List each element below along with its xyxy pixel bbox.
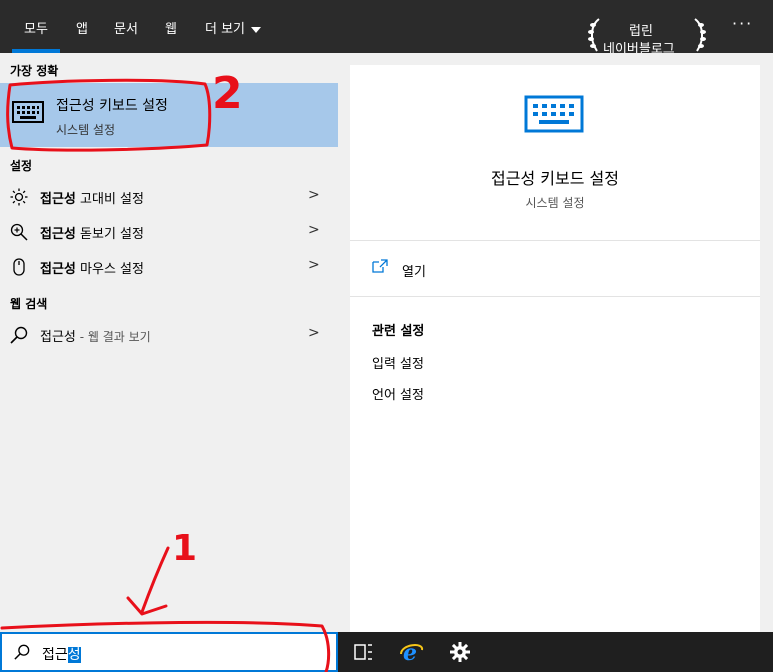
keyboard-icon xyxy=(524,95,584,133)
detail-pane: 접근성 키보드 설정 시스템 설정 열기 관련 설정 입력 설정 언어 설정 xyxy=(350,65,760,632)
tab-all[interactable]: 모두 xyxy=(12,18,60,53)
divider xyxy=(350,296,760,297)
chevron-right-icon[interactable]: > xyxy=(308,325,320,341)
best-match-subtitle: 시스템 설정 xyxy=(56,123,116,137)
detail-title: 접근성 키보드 설정 xyxy=(491,169,619,188)
related-input-settings[interactable]: 입력 설정 xyxy=(372,353,424,372)
sun-icon xyxy=(10,188,28,206)
chevron-right-icon[interactable]: > xyxy=(308,187,320,203)
tab-web-label: 웹 xyxy=(165,22,177,37)
chevron-right-icon[interactable]: > xyxy=(308,257,320,273)
pane-gap xyxy=(350,53,760,65)
svg-text:e: e xyxy=(403,640,417,664)
results-pane: 가장 정확 접근성 키보드 설정 시스템 설정 설정 접근성 고대비 설정 > … xyxy=(0,53,338,632)
result-web-search[interactable]: 접근성 - 웹 결과 보기 > xyxy=(0,317,338,352)
settings-gear-icon[interactable] xyxy=(446,640,474,664)
laurel-left-icon xyxy=(588,18,600,52)
result-label: 접근성 고대비 설정 xyxy=(40,192,144,207)
task-view-icon[interactable] xyxy=(350,640,378,664)
pane-gap xyxy=(760,53,773,632)
open-external-icon xyxy=(372,259,388,273)
search-query: 접근성 xyxy=(42,647,81,663)
result-contrast-settings[interactable]: 접근성 고대비 설정 > xyxy=(0,179,338,214)
detail-subtitle: 시스템 설정 xyxy=(525,196,585,210)
result-mouse-settings[interactable]: 접근성 마우스 설정 > xyxy=(0,249,338,284)
tab-documents[interactable]: 문서 xyxy=(114,18,138,37)
open-label: 열기 xyxy=(402,265,426,280)
best-match-item[interactable]: 접근성 키보드 설정 시스템 설정 xyxy=(0,83,338,147)
best-match-title: 접근성 키보드 설정 xyxy=(56,98,168,114)
magnifier-icon xyxy=(10,223,28,241)
tab-documents-label: 문서 xyxy=(114,22,138,37)
laurel-right-icon xyxy=(694,18,706,52)
tab-web[interactable]: 웹 xyxy=(165,18,177,37)
blog-watermark: 럽린 네이버블로그 xyxy=(585,14,709,57)
more-options-button[interactable]: ··· xyxy=(732,14,753,33)
divider xyxy=(350,240,760,241)
brand-line1: 럽린 xyxy=(629,24,653,39)
tab-more-label: 더 보기 xyxy=(205,22,246,37)
search-input[interactable]: 접근성 xyxy=(0,632,338,672)
result-magnifier-settings[interactable]: 접근성 돋보기 설정 > xyxy=(0,214,338,249)
tab-apps-label: 앱 xyxy=(76,22,88,37)
mouse-icon xyxy=(13,258,25,276)
result-label: 접근성 마우스 설정 xyxy=(40,262,144,277)
top-tab-bar: 모두 앱 문서 웹 더 보기 럽린 네이버블로그 ··· xyxy=(0,0,773,57)
web-search-heading: 웹 검색 xyxy=(10,297,48,311)
result-label: 접근성 - 웹 결과 보기 xyxy=(40,330,151,345)
related-settings-heading: 관련 설정 xyxy=(372,324,425,339)
tab-all-label: 모두 xyxy=(24,22,48,37)
keyboard-icon xyxy=(12,101,44,123)
result-label: 접근성 돋보기 설정 xyxy=(40,227,144,242)
internet-explorer-icon[interactable]: e xyxy=(398,640,426,664)
detail-header: 접근성 키보드 설정 시스템 설정 xyxy=(350,65,760,240)
search-icon xyxy=(10,326,28,344)
tab-more[interactable]: 더 보기 xyxy=(205,18,262,37)
settings-heading: 설정 xyxy=(10,159,33,173)
tab-apps[interactable]: 앱 xyxy=(76,18,88,37)
best-match-heading: 가장 정확 xyxy=(10,64,59,78)
pane-gap xyxy=(338,53,350,632)
search-icon xyxy=(14,644,30,660)
chevron-right-icon[interactable]: > xyxy=(308,222,320,238)
chevron-down-icon xyxy=(251,26,262,33)
related-language-settings[interactable]: 언어 설정 xyxy=(372,384,424,403)
